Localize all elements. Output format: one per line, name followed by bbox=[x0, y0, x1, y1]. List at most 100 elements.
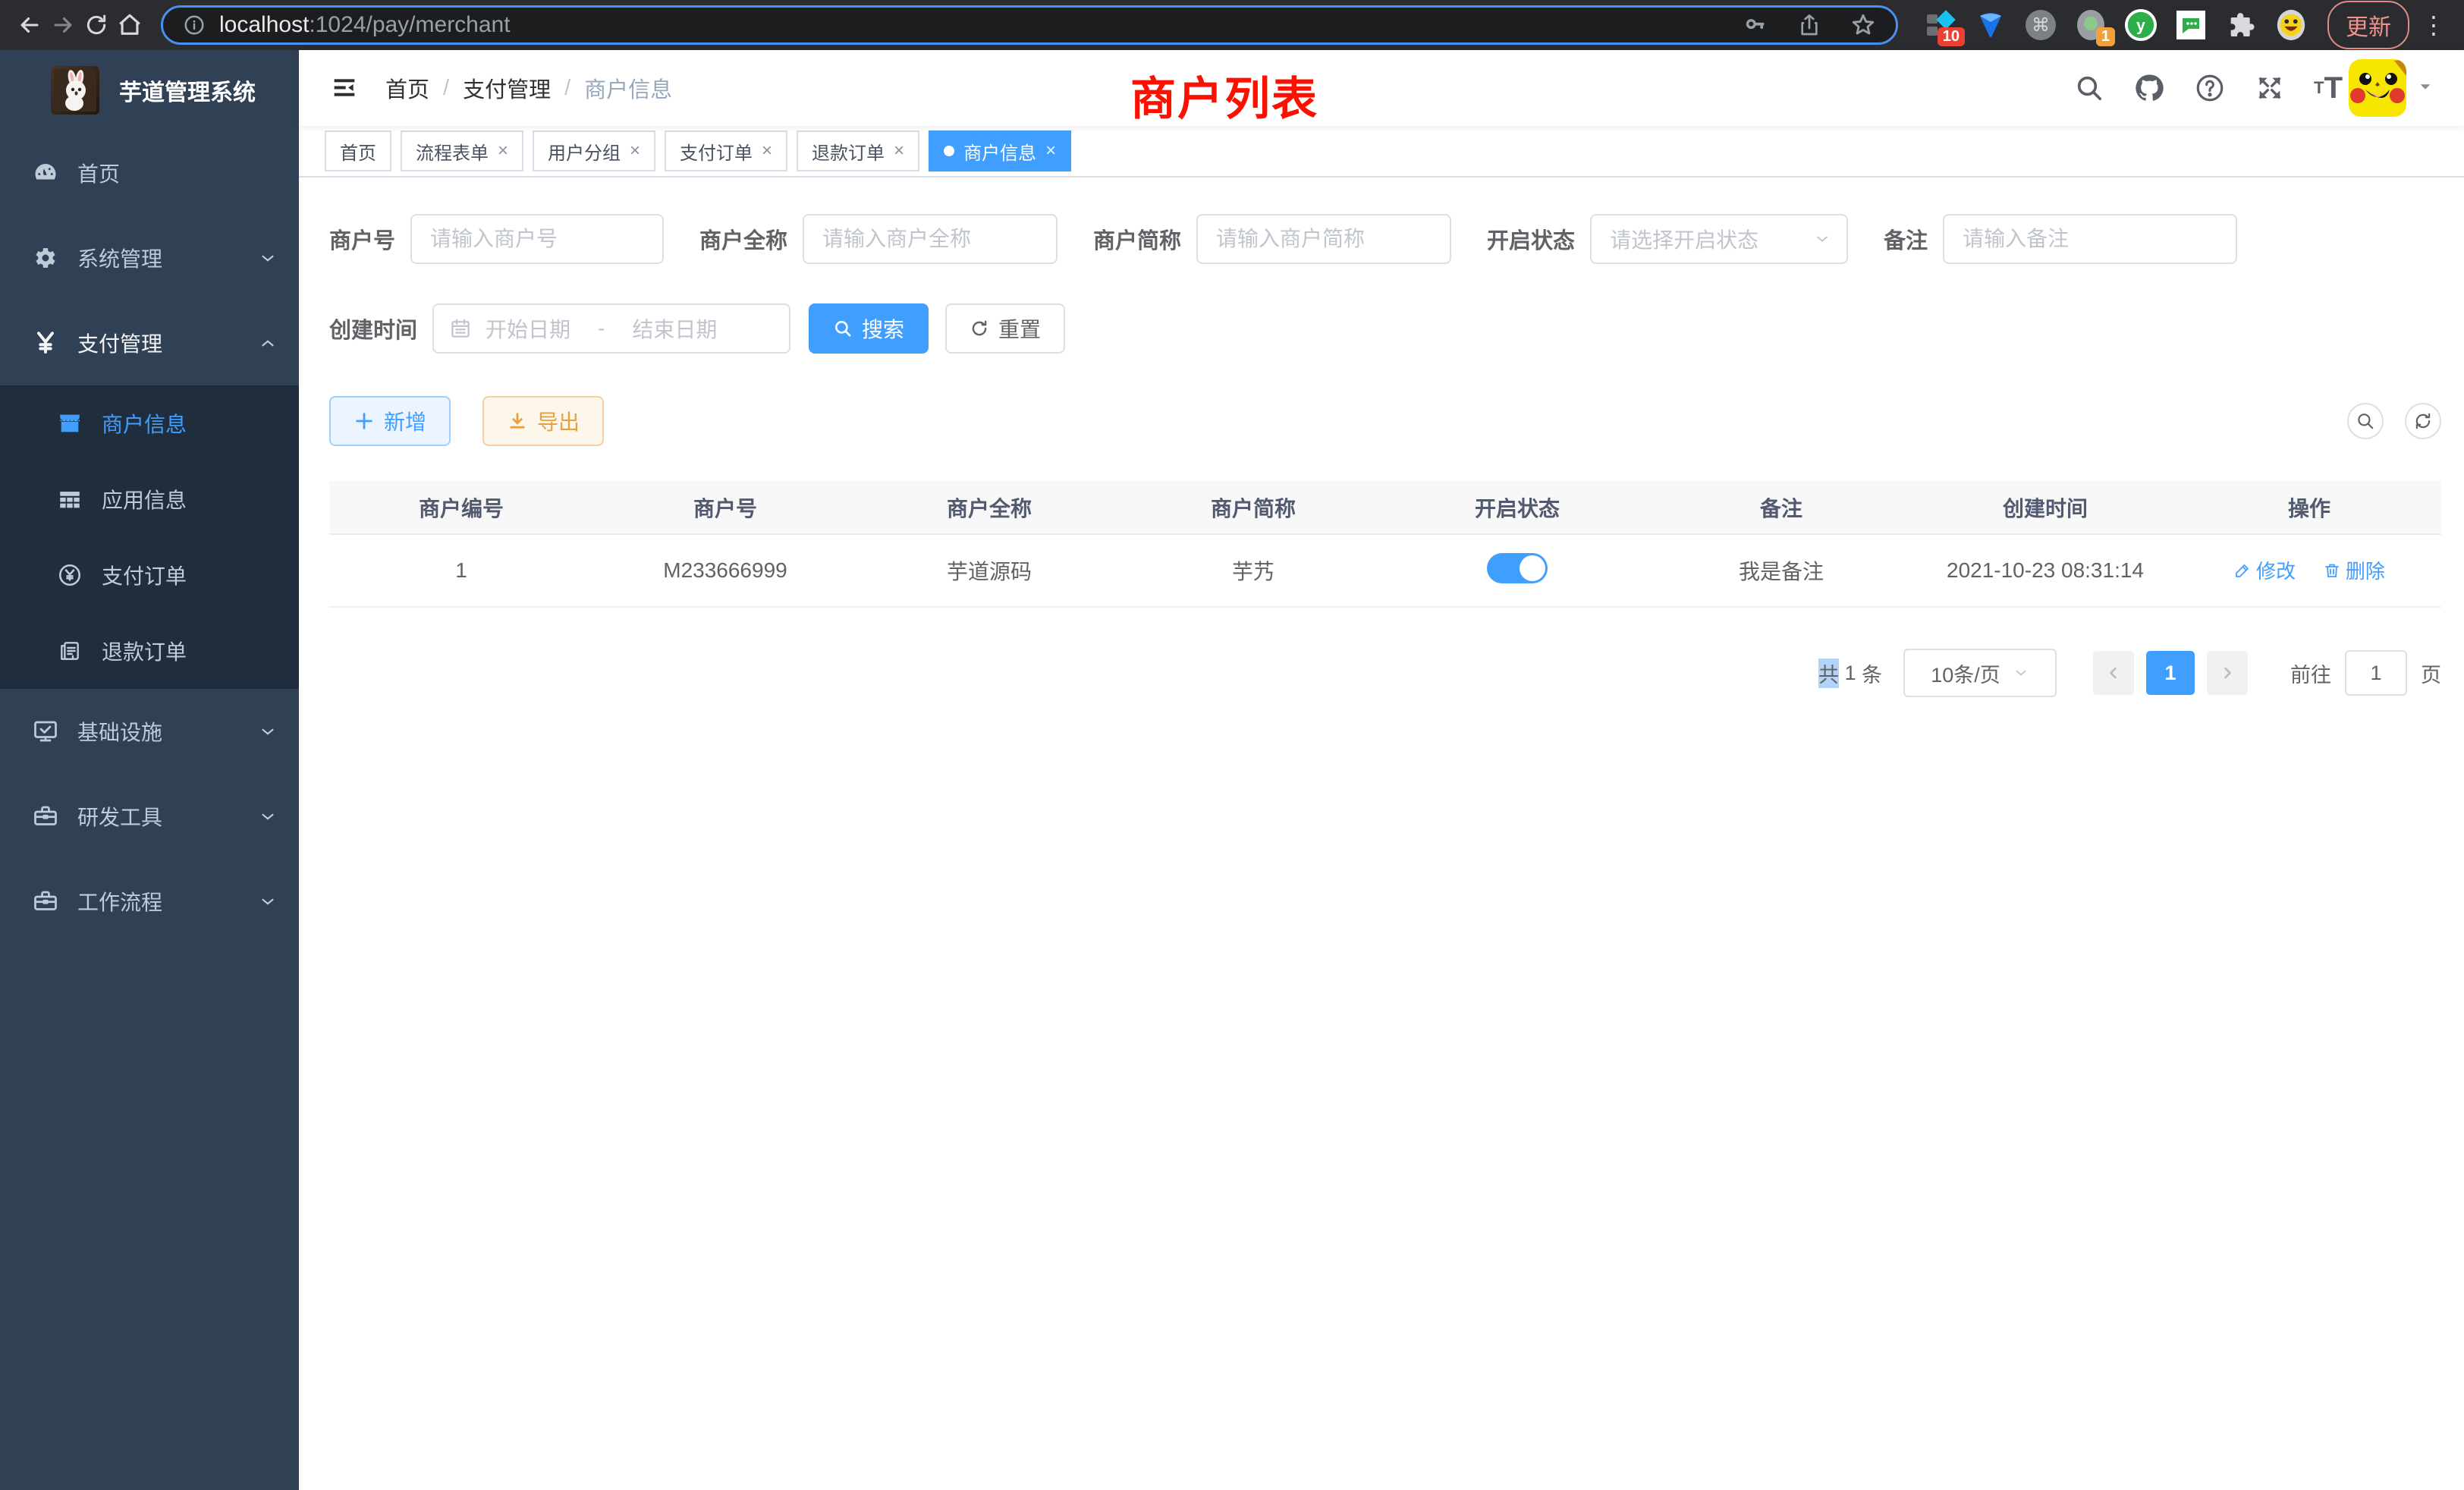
chevron-up-icon bbox=[258, 333, 278, 353]
shop-icon bbox=[55, 410, 85, 436]
goto-page-input[interactable] bbox=[2345, 650, 2407, 696]
fullscreen-icon[interactable] bbox=[2255, 73, 2285, 103]
sidebar-item-label: 系统管理 bbox=[77, 243, 258, 273]
close-icon[interactable]: × bbox=[630, 140, 640, 162]
search-icon[interactable] bbox=[2074, 73, 2104, 103]
merchant-name-input[interactable] bbox=[803, 214, 1058, 264]
tab-refund-order[interactable]: 退款订单× bbox=[797, 130, 919, 171]
next-page-button[interactable] bbox=[2207, 651, 2248, 695]
plus-icon bbox=[354, 410, 375, 432]
close-icon[interactable]: × bbox=[1045, 140, 1056, 162]
sidebar-item-refund-order[interactable]: 退款订单 bbox=[0, 613, 299, 689]
sidebar-menu: 首页 系统管理 支付管理 bbox=[0, 130, 299, 944]
sidebar-item-system[interactable]: 系统管理 bbox=[0, 215, 299, 300]
extension-chat-icon[interactable] bbox=[2174, 8, 2208, 42]
date-range-picker[interactable]: 开始日期 - 结束日期 bbox=[432, 303, 790, 354]
delete-link[interactable]: 删除 bbox=[2323, 556, 2385, 584]
avatar-caret-icon[interactable] bbox=[2417, 78, 2434, 99]
add-button-label: 新增 bbox=[384, 406, 426, 436]
password-key-icon[interactable] bbox=[1743, 12, 1768, 38]
extension-command-icon[interactable]: ⌘ bbox=[2024, 8, 2057, 42]
extension-paraglider-icon[interactable] bbox=[1974, 8, 2007, 42]
reload-icon[interactable] bbox=[83, 8, 109, 42]
logo-rabbit-image bbox=[51, 66, 99, 115]
sidebar-item-label: 应用信息 bbox=[102, 484, 278, 514]
sidebar-item-home[interactable]: 首页 bbox=[0, 130, 299, 215]
col-create-time: 创建时间 bbox=[1913, 481, 2177, 534]
tab-pay-order[interactable]: 支付订单 × bbox=[665, 130, 787, 171]
tab-process-form[interactable]: 流程表单 × bbox=[401, 130, 523, 171]
pagination-total: 共 1 条 bbox=[1818, 659, 1882, 688]
url-bar[interactable]: localhost:1024/pay/merchant bbox=[161, 5, 1898, 45]
sidebar-fold-icon[interactable] bbox=[329, 73, 360, 103]
tab-label: 支付订单 bbox=[680, 138, 753, 165]
sidebar-item-pay[interactable]: 支付管理 bbox=[0, 300, 299, 385]
tab-merchant-info[interactable]: 商户信息× bbox=[929, 130, 1071, 171]
tab-label: 流程表单 bbox=[416, 138, 489, 165]
sidebar-item-label: 退款订单 bbox=[102, 636, 278, 666]
home-icon[interactable] bbox=[117, 8, 143, 42]
help-icon[interactable] bbox=[2194, 72, 2226, 104]
status-select[interactable]: 请选择开启状态 bbox=[1590, 214, 1848, 264]
user-avatar[interactable] bbox=[2349, 59, 2406, 117]
cell-merchant-no: M233666999 bbox=[593, 534, 857, 607]
sidebar-item-workflow[interactable]: 工作流程 bbox=[0, 859, 299, 944]
hide-search-button[interactable] bbox=[2347, 403, 2384, 439]
profile-avatar-emoji-icon[interactable] bbox=[2274, 8, 2308, 42]
table-header-row: 商户编号 商户号 商户全称 商户简称 开启状态 备注 创建时间 操作 bbox=[329, 481, 2441, 534]
add-button[interactable]: 新增 bbox=[329, 396, 451, 446]
breadcrumb-pay[interactable]: 支付管理 bbox=[463, 72, 551, 104]
merchant-short-input[interactable] bbox=[1196, 214, 1451, 264]
browser-update-button[interactable]: 更新 bbox=[2327, 1, 2409, 49]
reset-button-label: 重置 bbox=[998, 313, 1041, 344]
extension-devtools-icon[interactable]: 10 bbox=[1924, 8, 1957, 42]
status-toggle[interactable] bbox=[1487, 553, 1548, 583]
chevron-down-icon bbox=[258, 248, 278, 268]
browser-menu-icon[interactable]: ⋮ bbox=[2422, 11, 2446, 39]
edit-link[interactable]: 修改 bbox=[2233, 556, 2296, 584]
total-prefix: 共 bbox=[1818, 659, 1839, 688]
end-date-placeholder[interactable]: 结束日期 bbox=[632, 313, 717, 344]
annotation-title: 商户列表 bbox=[1130, 62, 1318, 128]
close-icon[interactable]: × bbox=[762, 140, 772, 162]
prev-page-button[interactable] bbox=[2093, 651, 2134, 695]
sidebar-item-app-info[interactable]: 应用信息 bbox=[0, 461, 299, 537]
github-icon[interactable] bbox=[2133, 72, 2165, 104]
site-info-icon[interactable] bbox=[183, 14, 206, 36]
font-size-icon[interactable]: TT bbox=[2314, 71, 2343, 105]
app-logo[interactable]: 芋道管理系统 bbox=[0, 50, 299, 130]
col-merchant-no: 商户号 bbox=[593, 481, 857, 534]
sidebar-item-infra[interactable]: 基础设施 bbox=[0, 689, 299, 774]
sidebar-item-label: 研发工具 bbox=[77, 801, 258, 831]
sidebar-item-dev-tools[interactable]: 研发工具 bbox=[0, 774, 299, 859]
total-suffix: 条 bbox=[1862, 659, 1882, 688]
refresh-button[interactable] bbox=[2405, 403, 2441, 439]
share-icon[interactable] bbox=[1797, 13, 1821, 37]
reset-button[interactable]: 重置 bbox=[945, 303, 1065, 354]
search-button[interactable]: 搜索 bbox=[809, 303, 929, 354]
merchant-no-input[interactable] bbox=[410, 214, 664, 264]
close-icon[interactable]: × bbox=[498, 140, 508, 162]
trash-icon bbox=[2323, 561, 2341, 580]
workflow-icon bbox=[30, 888, 61, 915]
tab-home[interactable]: 首页 bbox=[325, 130, 391, 171]
close-icon[interactable]: × bbox=[894, 140, 904, 162]
extension-yudao-icon[interactable]: y bbox=[2124, 8, 2158, 42]
page-number-1[interactable]: 1 bbox=[2146, 651, 2195, 695]
page-size-select[interactable]: 10条/页 bbox=[1903, 649, 2057, 697]
sidebar-item-pay-order[interactable]: 支付订单 bbox=[0, 537, 299, 613]
remark-input[interactable] bbox=[1943, 214, 2237, 264]
forward-icon[interactable] bbox=[50, 8, 76, 42]
profile-sync-icon[interactable]: 1 bbox=[2074, 8, 2107, 42]
tags-view: 首页 流程表单 × 用户分组× 支付订单 × 退款订单× 商户信息× bbox=[299, 126, 2464, 178]
extensions-puzzle-icon[interactable] bbox=[2224, 8, 2258, 42]
tab-user-group[interactable]: 用户分组× bbox=[533, 130, 655, 171]
start-date-placeholder[interactable]: 开始日期 bbox=[486, 313, 570, 344]
browser-chrome: localhost:1024/pay/merchant 10 ⌘ 1 y bbox=[0, 0, 2464, 50]
breadcrumb-home[interactable]: 首页 bbox=[385, 72, 429, 104]
back-icon[interactable] bbox=[17, 8, 42, 42]
sidebar-item-merchant-info[interactable]: 商户信息 bbox=[0, 385, 299, 461]
export-button[interactable]: 导出 bbox=[482, 396, 604, 446]
date-separator: - bbox=[584, 316, 618, 341]
bookmark-star-icon[interactable] bbox=[1850, 12, 1876, 38]
